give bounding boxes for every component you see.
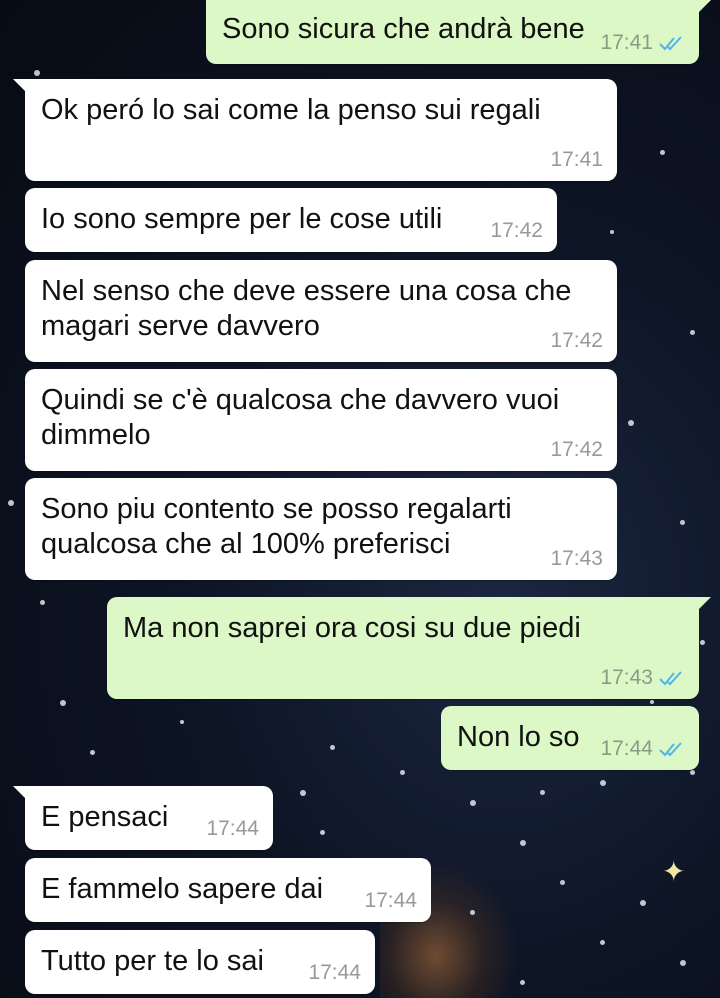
snowflake bbox=[600, 940, 605, 945]
double-check-icon bbox=[659, 671, 682, 686]
message-time: 17:44 bbox=[308, 961, 361, 984]
message-meta: 17:42 bbox=[550, 330, 603, 352]
double-check-icon bbox=[659, 36, 682, 51]
message-text: Ma non saprei ora cosi su due piedi bbox=[123, 612, 581, 644]
snowflake bbox=[640, 900, 646, 906]
snowflake bbox=[650, 700, 654, 704]
message-time: 17:43 bbox=[550, 547, 603, 570]
message-time: 17:44 bbox=[600, 737, 653, 760]
message-text: E pensaci bbox=[41, 801, 169, 833]
message-meta: 17:44 bbox=[308, 962, 361, 984]
message-bubble-incoming[interactable]: E pensaci 17:44 bbox=[13, 786, 273, 850]
message-meta: 17:41 bbox=[600, 32, 685, 54]
message-meta: 17:41 bbox=[550, 149, 603, 171]
double-check-icon bbox=[659, 742, 682, 757]
snowflake bbox=[330, 745, 335, 750]
snowflake bbox=[470, 910, 475, 915]
message-meta: 17:43 bbox=[600, 667, 685, 689]
message-time: 17:42 bbox=[550, 329, 603, 352]
snowflake bbox=[8, 500, 14, 506]
snowflake bbox=[680, 520, 685, 525]
snowflake bbox=[300, 790, 306, 796]
snowflake bbox=[180, 720, 184, 724]
snowflake bbox=[680, 960, 686, 966]
message-text: Non lo so bbox=[457, 721, 580, 753]
snowflake bbox=[40, 600, 45, 605]
snowflake bbox=[520, 980, 525, 985]
message-bubble-incoming[interactable]: Nel senso che deve essere una cosa che m… bbox=[25, 260, 617, 362]
snowflake bbox=[610, 230, 614, 234]
message-bubble-outgoing[interactable]: Sono sicura che andrà bene 17:41 bbox=[206, 0, 711, 64]
message-bubble-incoming[interactable]: Io sono sempre per le cose utili 17:42 bbox=[25, 188, 557, 252]
message-bubble-outgoing[interactable]: Ma non saprei ora cosi su due piedi 17:4… bbox=[107, 597, 711, 699]
snowflake bbox=[690, 330, 695, 335]
message-bubble-incoming[interactable]: Tutto per te lo sai 17:44 bbox=[25, 930, 375, 994]
message-text: Sono piu contento se posso regalarti qua… bbox=[41, 493, 512, 560]
message-text: Nel senso che deve essere una cosa che m… bbox=[41, 275, 572, 342]
snowflake bbox=[90, 750, 95, 755]
message-meta: 17:44 bbox=[364, 890, 417, 912]
message-text: Sono sicura che andrà bene bbox=[222, 13, 585, 45]
snowflake bbox=[400, 770, 405, 775]
message-text: Io sono sempre per le cose utili bbox=[41, 203, 443, 235]
message-text: Quindi se c'è qualcosa che davvero vuoi … bbox=[41, 384, 560, 451]
snowflake bbox=[520, 840, 526, 846]
snowflake bbox=[700, 640, 705, 645]
snowflake bbox=[560, 880, 565, 885]
star-icon: ✦ bbox=[662, 856, 686, 887]
message-meta: 17:43 bbox=[550, 548, 603, 570]
snowflake bbox=[690, 770, 695, 775]
snowflake bbox=[600, 780, 606, 786]
message-text: E fammelo sapere dai bbox=[41, 873, 324, 905]
message-bubble-outgoing[interactable]: Non lo so 17:44 bbox=[441, 706, 699, 770]
message-text: Ok peró lo sai come la penso sui regali bbox=[41, 94, 541, 126]
message-meta: 17:44 bbox=[206, 818, 259, 840]
snowflake bbox=[34, 70, 40, 76]
snowflake bbox=[628, 420, 634, 426]
snowflake bbox=[540, 790, 545, 795]
message-time: 17:42 bbox=[490, 219, 543, 242]
snowflake bbox=[60, 700, 66, 706]
message-time: 17:43 bbox=[600, 666, 653, 689]
message-bubble-incoming[interactable]: Quindi se c'è qualcosa che davvero vuoi … bbox=[25, 369, 617, 471]
message-meta: 17:42 bbox=[550, 439, 603, 461]
message-meta: 17:42 bbox=[490, 220, 543, 242]
message-text: Tutto per te lo sai bbox=[41, 945, 264, 977]
message-bubble-incoming[interactable]: E fammelo sapere dai 17:44 bbox=[25, 858, 431, 922]
snowflake bbox=[660, 150, 665, 155]
snowflake bbox=[320, 830, 325, 835]
message-time: 17:44 bbox=[364, 889, 417, 912]
message-time: 17:44 bbox=[206, 817, 259, 840]
snowflake bbox=[470, 800, 476, 806]
message-meta: 17:44 bbox=[600, 738, 685, 760]
message-time: 17:41 bbox=[600, 31, 653, 54]
message-time: 17:41 bbox=[550, 148, 603, 171]
message-time: 17:42 bbox=[550, 438, 603, 461]
message-bubble-incoming[interactable]: Sono piu contento se posso regalarti qua… bbox=[25, 478, 617, 580]
message-bubble-incoming[interactable]: Ok peró lo sai come la penso sui regali … bbox=[13, 79, 617, 181]
